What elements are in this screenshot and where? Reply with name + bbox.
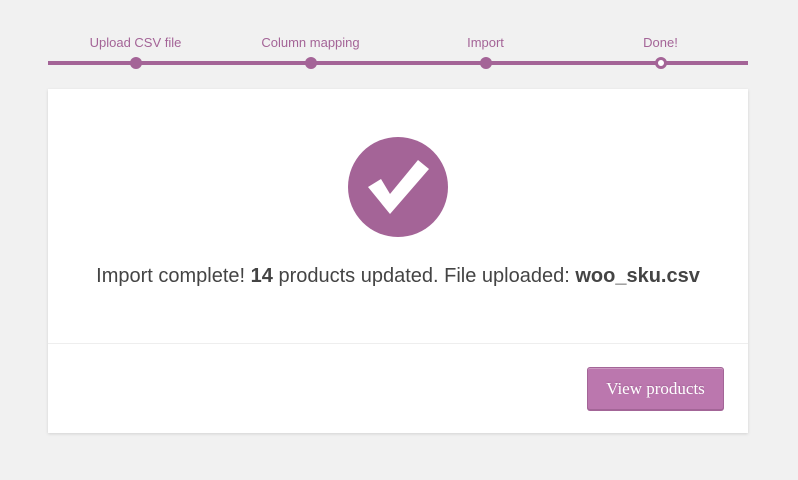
import-complete-message: Import complete! 14 products updated. Fi…: [48, 265, 748, 288]
step-column-mapping: Column mapping: [223, 0, 398, 80]
step-label: Upload CSV file: [89, 35, 182, 50]
step-label: Column mapping: [261, 35, 360, 50]
step-label: Done!: [643, 35, 678, 50]
import-result-card: Import complete! 14 products updated. Fi…: [48, 89, 748, 433]
step-dot-done: [480, 57, 492, 69]
uploaded-filename: woo_sku.csv: [575, 265, 700, 287]
step-import: Import: [398, 0, 573, 80]
progress-steps: Upload CSV file Column mapping Import Do…: [48, 0, 748, 80]
checkmark-glyph: [368, 160, 429, 214]
step-label: Import: [467, 35, 504, 50]
checkmark-icon: [348, 137, 448, 237]
step-upload-csv: Upload CSV file: [48, 0, 223, 80]
message-middle: products updated. File uploaded:: [272, 265, 576, 287]
step-dot-done: [305, 57, 317, 69]
step-done: Done!: [573, 0, 748, 80]
card-divider: [48, 343, 748, 344]
message-prefix: Import complete!: [96, 265, 251, 287]
updated-count: 14: [250, 265, 273, 287]
view-products-button[interactable]: View products: [587, 367, 724, 410]
step-dot-done: [130, 57, 142, 69]
step-dot-current: [655, 57, 667, 69]
